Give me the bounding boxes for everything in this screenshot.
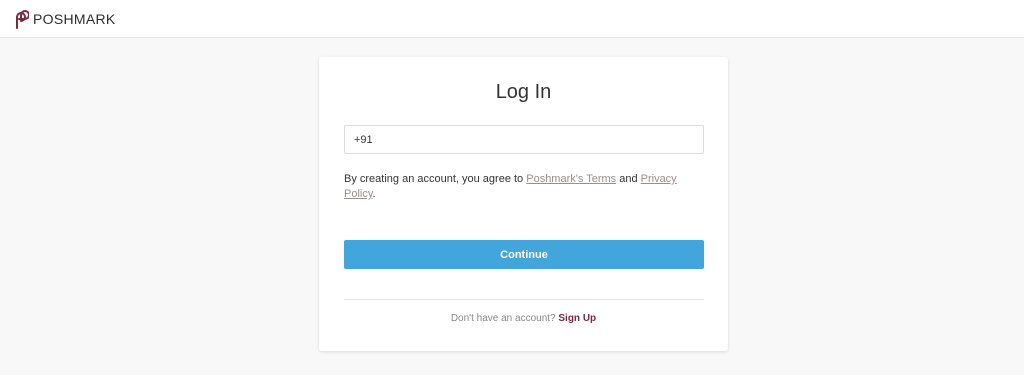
brand-name: POSHMARK: [33, 11, 116, 27]
poshmark-logo-link[interactable]: POSHMARK: [12, 9, 116, 29]
divider: [344, 299, 704, 300]
terms-prefix-text: By creating an account, you agree to: [344, 173, 527, 185]
terms-suffix-text: .: [372, 188, 376, 200]
no-account-text: Don't have an account?: [450, 313, 559, 324]
signup-prompt: Don't have an account? Sign Up: [319, 313, 728, 324]
login-card: Log In By creating an account, you agree…: [319, 57, 728, 351]
poshmark-logo-icon: [12, 9, 30, 29]
terms-and-text: and: [616, 173, 641, 185]
continue-button[interactable]: Continue: [344, 240, 704, 269]
top-header: POSHMARK: [0, 0, 1024, 38]
sign-up-link[interactable]: Sign Up: [558, 313, 596, 324]
poshmark-terms-link[interactable]: Poshmark's Terms: [526, 173, 616, 185]
page-title: Log In: [495, 81, 552, 103]
phone-number-input[interactable]: [344, 125, 704, 154]
terms-notice: By creating an account, you agree to Pos…: [344, 172, 704, 202]
